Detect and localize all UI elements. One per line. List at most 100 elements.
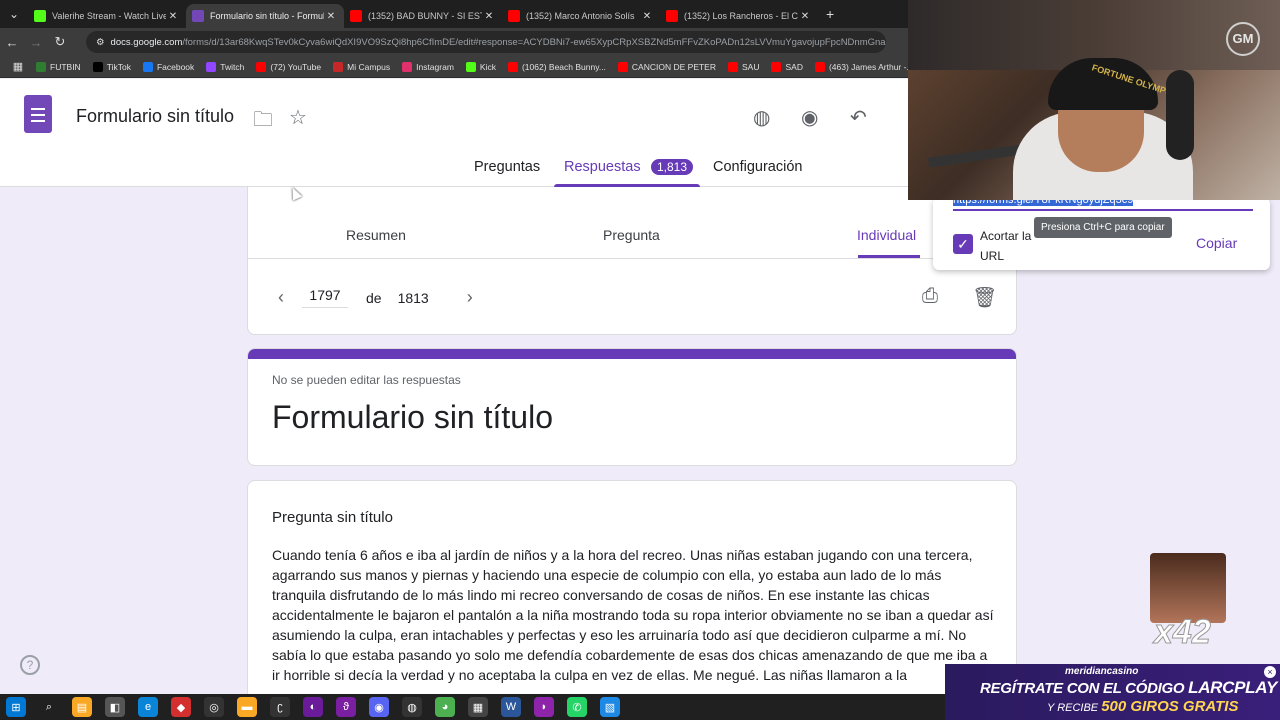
tab-title: (1352) Marco Antonio Solís bbox=[526, 11, 635, 21]
star-icon[interactable]: ☆ bbox=[289, 105, 307, 130]
move-folder-icon[interactable]: 🗀 bbox=[253, 105, 273, 139]
google-forms-logo-icon[interactable] bbox=[24, 95, 52, 133]
discord-icon[interactable]: ◉ bbox=[369, 697, 389, 717]
apps-icon[interactable]: ▦ bbox=[6, 60, 30, 73]
bookmark-item[interactable]: Instagram bbox=[402, 61, 454, 72]
copy-tooltip: Presiona Ctrl+C para copiar bbox=[1034, 217, 1172, 238]
document-title[interactable]: Formulario sin título bbox=[76, 106, 234, 127]
subtab-resumen[interactable]: Resumen bbox=[346, 227, 406, 243]
app-icon[interactable]: ◐ bbox=[303, 697, 323, 717]
channel-logo: GM bbox=[1226, 22, 1260, 56]
accent-stripe bbox=[248, 349, 1016, 359]
bookmark-favicon-icon bbox=[771, 61, 782, 72]
forward-icon[interactable]: → bbox=[24, 35, 48, 50]
file-explorer-icon[interactable]: ▤ bbox=[72, 697, 92, 717]
undo-icon[interactable]: ↶ bbox=[850, 105, 867, 130]
obs-icon[interactable]: ◍ bbox=[402, 697, 422, 717]
tab-respuestas[interactable]: Respuestas bbox=[564, 159, 641, 175]
app-icon[interactable]: ◗ bbox=[534, 697, 554, 717]
word-icon[interactable]: W bbox=[501, 697, 521, 717]
no-edit-notice: No se pueden editar las respuestas bbox=[272, 373, 461, 387]
url-host: docs.google.com bbox=[110, 36, 183, 48]
bookmark-item[interactable]: Facebook bbox=[142, 61, 194, 72]
tab-title: (1352) Los Rancheros - El C bbox=[684, 11, 798, 21]
close-tab-icon[interactable]: ✕ bbox=[482, 11, 496, 22]
bookmark-favicon-icon bbox=[465, 61, 476, 72]
windows-start-icon[interactable]: ⊞ bbox=[6, 697, 26, 717]
response-number-input[interactable]: 1797 bbox=[302, 287, 348, 308]
question-title: Pregunta sin título bbox=[272, 509, 393, 526]
bookmark-item[interactable]: (1062) Beach Bunny... bbox=[507, 61, 606, 72]
bookmark-item[interactable]: Mi Campus bbox=[333, 61, 391, 72]
app-icon[interactable]: ▧ bbox=[600, 697, 620, 717]
banner-brand: meridiancasino bbox=[1065, 666, 1139, 677]
bookmark-item[interactable]: SAD bbox=[771, 61, 803, 72]
browser-tab[interactable]: (1352) BAD BUNNY - SI ESTUVI✕ bbox=[344, 4, 502, 28]
help-icon[interactable]: ? bbox=[20, 655, 40, 675]
bookmark-item[interactable]: Kick bbox=[465, 61, 496, 72]
tab-preguntas[interactable]: Preguntas bbox=[474, 159, 540, 175]
browser-tab[interactable]: Valerihe Stream - Watch Live o ✕ bbox=[28, 4, 186, 28]
close-tab-icon[interactable]: ✕ bbox=[324, 11, 338, 22]
bookmark-favicon-icon bbox=[256, 61, 267, 72]
tab-search-icon[interactable]: ⌄ bbox=[0, 0, 28, 28]
copy-button[interactable]: Copiar bbox=[1196, 235, 1237, 251]
site-info-icon[interactable]: ⚙ bbox=[96, 37, 105, 48]
edge-icon[interactable]: e bbox=[138, 697, 158, 717]
bookmark-item[interactable]: (463) James Arthur -... bbox=[814, 61, 914, 72]
search-icon[interactable]: ⌕ bbox=[39, 697, 59, 717]
close-tab-icon[interactable]: ✕ bbox=[166, 11, 180, 22]
casino-ad-banner: meridiancasino REGÍTRATE CON EL CÓDIGO L… bbox=[945, 664, 1280, 720]
tab-configuracion[interactable]: Configuración bbox=[713, 159, 802, 175]
bookmark-favicon-icon bbox=[92, 61, 103, 72]
bookmark-item[interactable]: Twitch bbox=[206, 61, 244, 72]
next-response-icon[interactable]: › bbox=[467, 287, 473, 308]
bookmark-label: Instagram bbox=[416, 61, 454, 72]
preview-eye-icon[interactable]: ◉ bbox=[801, 105, 818, 130]
bookmark-label: Kick bbox=[479, 61, 496, 72]
close-tab-icon[interactable]: ✕ bbox=[798, 11, 812, 22]
browser-tab[interactable]: Formulario sin título - Formula ✕ bbox=[186, 4, 344, 28]
bookmark-label: Mi Campus bbox=[347, 61, 391, 72]
new-tab-button[interactable]: + bbox=[826, 6, 834, 22]
tab-favicon-icon bbox=[508, 10, 520, 22]
bookmark-favicon-icon bbox=[617, 61, 628, 72]
bookmark-item[interactable]: CANCION DE PETER bbox=[617, 61, 716, 72]
bookmark-favicon-icon bbox=[333, 61, 344, 72]
calculator-icon[interactable]: ▦ bbox=[468, 697, 488, 717]
browser-tab[interactable]: (1352) Marco Antonio Solís ✕ bbox=[502, 4, 660, 28]
back-icon[interactable]: ← bbox=[0, 35, 24, 50]
headset bbox=[1166, 70, 1194, 160]
print-icon[interactable]: ⎙ bbox=[922, 285, 938, 308]
whatsapp-icon[interactable]: ✆ bbox=[567, 697, 587, 717]
chrome-icon[interactable]: ◕ bbox=[435, 697, 455, 717]
close-tab-icon[interactable]: ✕ bbox=[640, 11, 654, 22]
bookmark-item[interactable]: (72) YouTube bbox=[256, 61, 321, 72]
bookmark-favicon-icon bbox=[402, 61, 413, 72]
bookmark-item[interactable]: TikTok bbox=[92, 61, 131, 72]
url-field[interactable]: ⚙ docs.google.com/forms/d/13ar68KwqSTev0… bbox=[86, 31, 886, 53]
bookmark-item[interactable]: FUTBIN bbox=[36, 61, 81, 72]
shorten-url-checkbox[interactable]: ✓ bbox=[953, 234, 973, 254]
banner-code: LARCPLAY bbox=[1188, 678, 1278, 697]
banner-close-icon[interactable]: × bbox=[1264, 666, 1276, 678]
browser-tab[interactable]: (1352) Los Rancheros - El C ✕ bbox=[660, 4, 818, 28]
previous-response-icon[interactable]: ‹ bbox=[278, 287, 284, 308]
pager-of-label: de bbox=[366, 289, 382, 306]
app-icon[interactable]: ϑ bbox=[336, 697, 356, 717]
palette-icon[interactable]: ◍ bbox=[753, 105, 770, 130]
folder-icon[interactable]: ▬ bbox=[237, 697, 257, 717]
store-icon[interactable]: ◆ bbox=[171, 697, 191, 717]
app-icon[interactable]: ◧ bbox=[105, 697, 125, 717]
chat-emote: x42 bbox=[1150, 553, 1226, 653]
bookmark-label: FUTBIN bbox=[50, 61, 81, 72]
subtab-pregunta[interactable]: Pregunta bbox=[603, 227, 660, 243]
delete-icon[interactable]: 🗑 bbox=[972, 285, 997, 310]
gamepad-icon[interactable]: ◎ bbox=[204, 697, 224, 717]
app-icon[interactable]: ʗ bbox=[270, 697, 290, 717]
reload-icon[interactable]: ↻ bbox=[48, 34, 72, 50]
bookmark-item[interactable]: SAU bbox=[728, 61, 759, 72]
responses-count-badge: 1,813 bbox=[651, 159, 694, 175]
subtab-individual[interactable]: Individual bbox=[857, 227, 916, 243]
tab-favicon-icon bbox=[666, 10, 678, 22]
